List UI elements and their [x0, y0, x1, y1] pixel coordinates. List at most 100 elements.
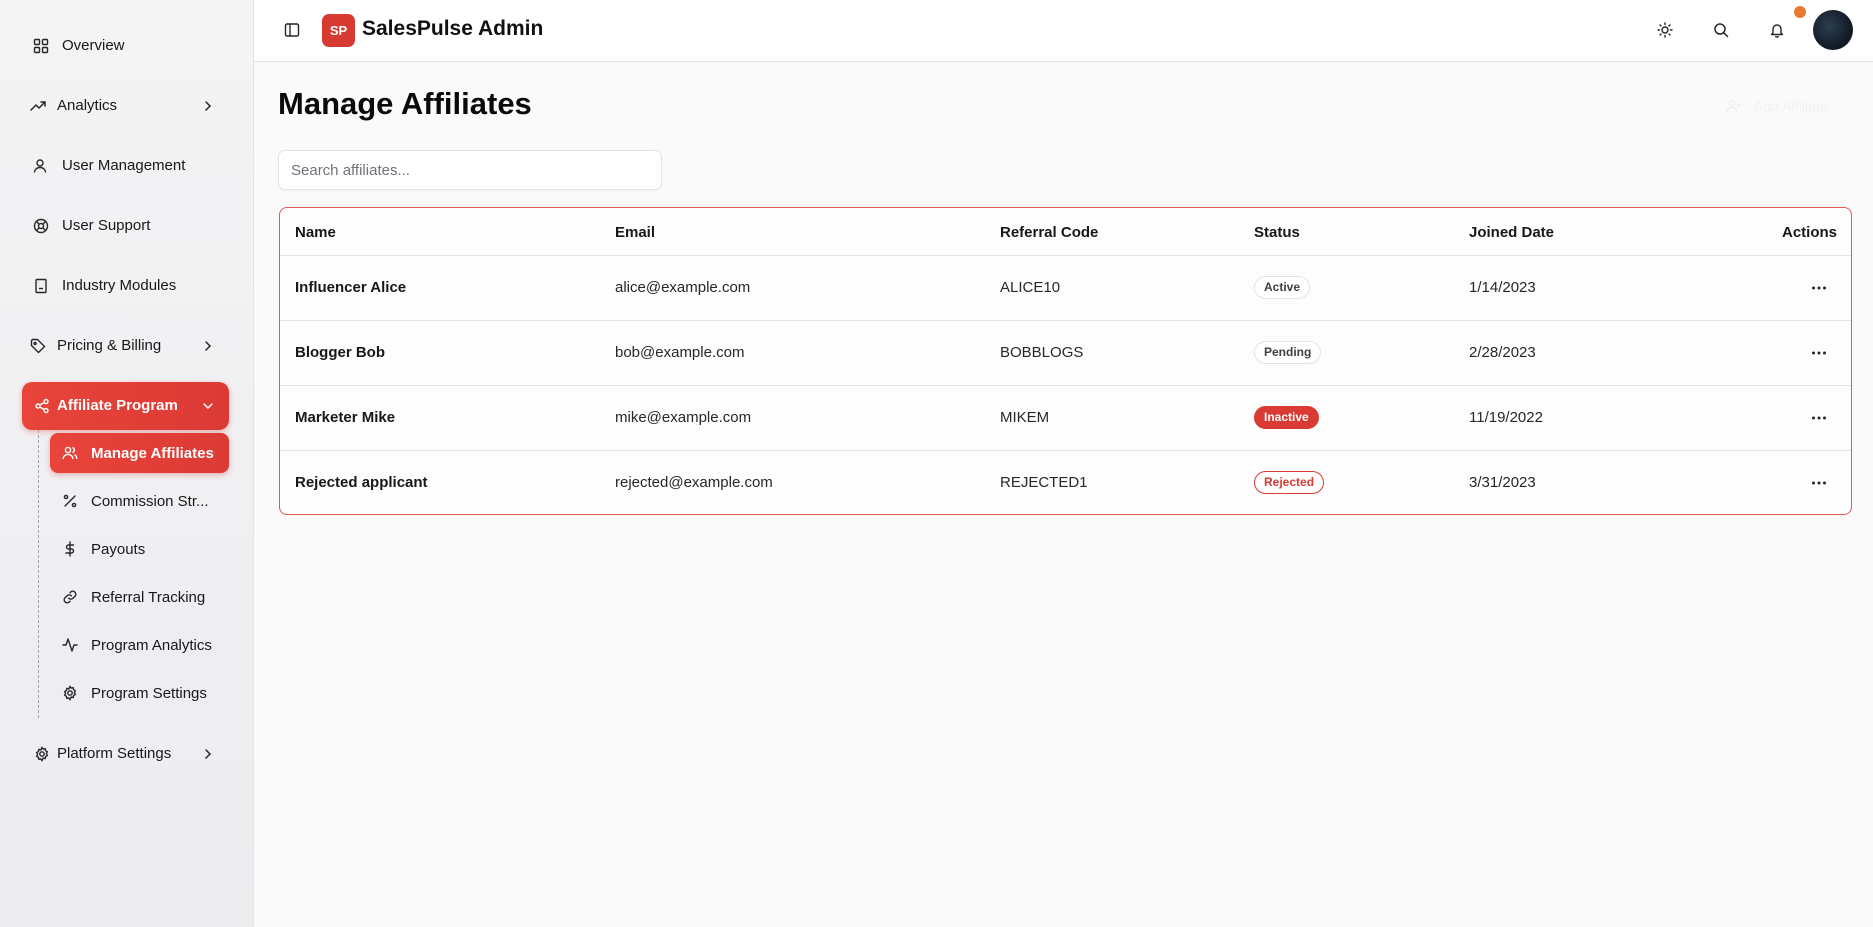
sidebar-subitem-label: Payouts [91, 541, 146, 558]
status-badge: Active [1254, 276, 1311, 299]
gear-icon [35, 746, 49, 762]
gear-icon [63, 685, 77, 701]
affiliate-referral-code: REJECTED1 [1000, 474, 1088, 491]
app-title: SalesPulse Admin [362, 17, 544, 40]
status-badge: Rejected [1254, 471, 1325, 494]
avatar[interactable] [1813, 10, 1853, 50]
sidebar-subitem-label: Commission Str... [91, 493, 209, 510]
add-affiliate-button[interactable]: Add Affiliate [1714, 90, 1854, 122]
status-badge: Inactive [1254, 406, 1319, 429]
sidebar-item-label: User Support [62, 217, 151, 234]
sidebar-subitem-label: Manage Affiliates [91, 445, 214, 462]
chevron-right-icon [205, 101, 212, 111]
submenu-guide-line [38, 430, 39, 718]
more-horizontal-icon[interactable] [1809, 278, 1829, 298]
add-user-icon [1726, 99, 1742, 113]
notifications-button[interactable] [1761, 14, 1793, 46]
theme-toggle-button[interactable] [1649, 14, 1681, 46]
affiliate-referral-code: BOBBLOGS [1000, 344, 1084, 361]
affiliate-referral-code: MIKEM [1000, 409, 1050, 426]
app-logo: SP [322, 14, 355, 47]
dollar-icon [65, 541, 75, 557]
column-header-referral-code[interactable]: Referral Code [1000, 224, 1098, 241]
sidebar-item-label: Industry Modules [62, 277, 177, 294]
affiliate-name: Influencer Alice [295, 279, 407, 296]
affiliate-email: bob@example.com [615, 344, 745, 361]
affiliate-joined-date: 2/28/2023 [1469, 344, 1536, 361]
sidebar-subitem-program-analytics[interactable]: Program Analytics [50, 625, 229, 665]
chevron-down-icon [203, 403, 213, 410]
table-row[interactable]: Blogger Bob bob@example.com BOBBLOGS Pen… [280, 320, 1851, 385]
affiliate-email: mike@example.com [615, 409, 752, 426]
search-button[interactable] [1705, 14, 1737, 46]
affiliates-table: Name Email Referral Code Status Joined D… [279, 207, 1852, 515]
sidebar-subitem-label: Program Settings [91, 685, 207, 702]
trending-up-icon [30, 101, 46, 111]
top-header: SP SalesPulse Admin [254, 0, 1873, 62]
affiliate-referral-code: ALICE10 [1000, 279, 1061, 296]
column-header-email[interactable]: Email [615, 224, 655, 241]
sidebar-item-user-support[interactable]: User Support [22, 202, 229, 250]
sidebar-item-label: Pricing & Billing [57, 337, 162, 354]
sidebar-item-analytics[interactable]: Analytics [22, 82, 229, 130]
table-row[interactable]: Rejected applicant rejected@example.com … [280, 450, 1851, 515]
notification-dot [1794, 6, 1806, 18]
sidebar-item-label: Overview [62, 37, 125, 54]
affiliate-name: Blogger Bob [295, 344, 385, 361]
sun-icon [1657, 22, 1673, 38]
add-affiliate-label: Add Affiliate [1754, 98, 1828, 114]
bell-icon [1770, 24, 1784, 38]
grid-icon [33, 38, 49, 54]
search-icon [1714, 23, 1729, 38]
affiliate-joined-date: 3/31/2023 [1469, 474, 1536, 491]
more-horizontal-icon[interactable] [1809, 473, 1829, 493]
sidebar-subitem-payouts[interactable]: Payouts [50, 529, 229, 569]
sidebar-subitem-manage-affiliates[interactable]: Manage Affiliates [50, 433, 229, 473]
sidebar-item-affiliate-program[interactable]: Affiliate Program [22, 382, 229, 430]
sidebar-item-label: Platform Settings [57, 745, 172, 762]
sidebar-subitem-label: Referral Tracking [91, 589, 206, 606]
affiliate-joined-date: 1/14/2023 [1469, 279, 1536, 296]
sidebar-item-overview[interactable]: Overview [22, 22, 229, 70]
table-row[interactable]: Influencer Alice alice@example.com ALICE… [280, 255, 1851, 320]
affiliate-email: rejected@example.com [615, 474, 773, 491]
share-icon [35, 398, 49, 414]
affiliate-name: Marketer Mike [295, 409, 396, 426]
column-header-actions: Actions [1781, 224, 1837, 241]
sidebar-subitem-program-settings[interactable]: Program Settings [50, 673, 229, 713]
affiliate-email: alice@example.com [615, 279, 751, 296]
sidebar-item-industry-modules[interactable]: Industry Modules [22, 262, 229, 310]
percent-icon [63, 494, 77, 508]
sidebar-subitem-label: Program Analytics [91, 637, 212, 654]
sidebar-item-pricing-billing[interactable]: Pricing & Billing [22, 322, 229, 370]
sidebar-subitem-commission-structure[interactable]: Commission Str... [50, 481, 229, 521]
page-title: Manage Affiliates [278, 86, 532, 121]
sidebar-item-platform-settings[interactable]: Platform Settings [22, 730, 229, 778]
column-header-status[interactable]: Status [1254, 224, 1300, 241]
sidebar-toggle-button[interactable] [276, 14, 308, 46]
affiliate-name: Rejected applicant [295, 474, 428, 491]
more-horizontal-icon[interactable] [1809, 408, 1829, 428]
chevron-right-icon [205, 749, 212, 759]
users-icon [62, 446, 78, 460]
building-icon [35, 278, 47, 294]
table-row[interactable]: Marketer Mike mike@example.com MIKEM Ina… [280, 385, 1851, 450]
link-icon [63, 590, 77, 604]
sidebar-item-label: Analytics [57, 97, 118, 114]
sidebar-item-label: Affiliate Program [57, 397, 178, 414]
status-badge: Pending [1254, 341, 1322, 364]
sidebar-item-label: User Management [62, 157, 186, 174]
lifebuoy-icon [33, 218, 49, 234]
sidebar-item-user-management[interactable]: User Management [22, 142, 229, 190]
activity-icon [62, 638, 78, 652]
column-header-joined-date[interactable]: Joined Date [1469, 224, 1554, 241]
chevron-right-icon [205, 341, 212, 351]
more-horizontal-icon[interactable] [1809, 343, 1829, 363]
sidebar-subitem-referral-tracking[interactable]: Referral Tracking [50, 577, 229, 617]
search-input[interactable] [278, 150, 662, 190]
tag-icon [30, 338, 46, 354]
column-header-name[interactable]: Name [295, 224, 336, 241]
user-icon [33, 159, 47, 173]
sidebar-toggle-icon [284, 23, 300, 37]
affiliate-joined-date: 11/19/2022 [1469, 409, 1543, 426]
